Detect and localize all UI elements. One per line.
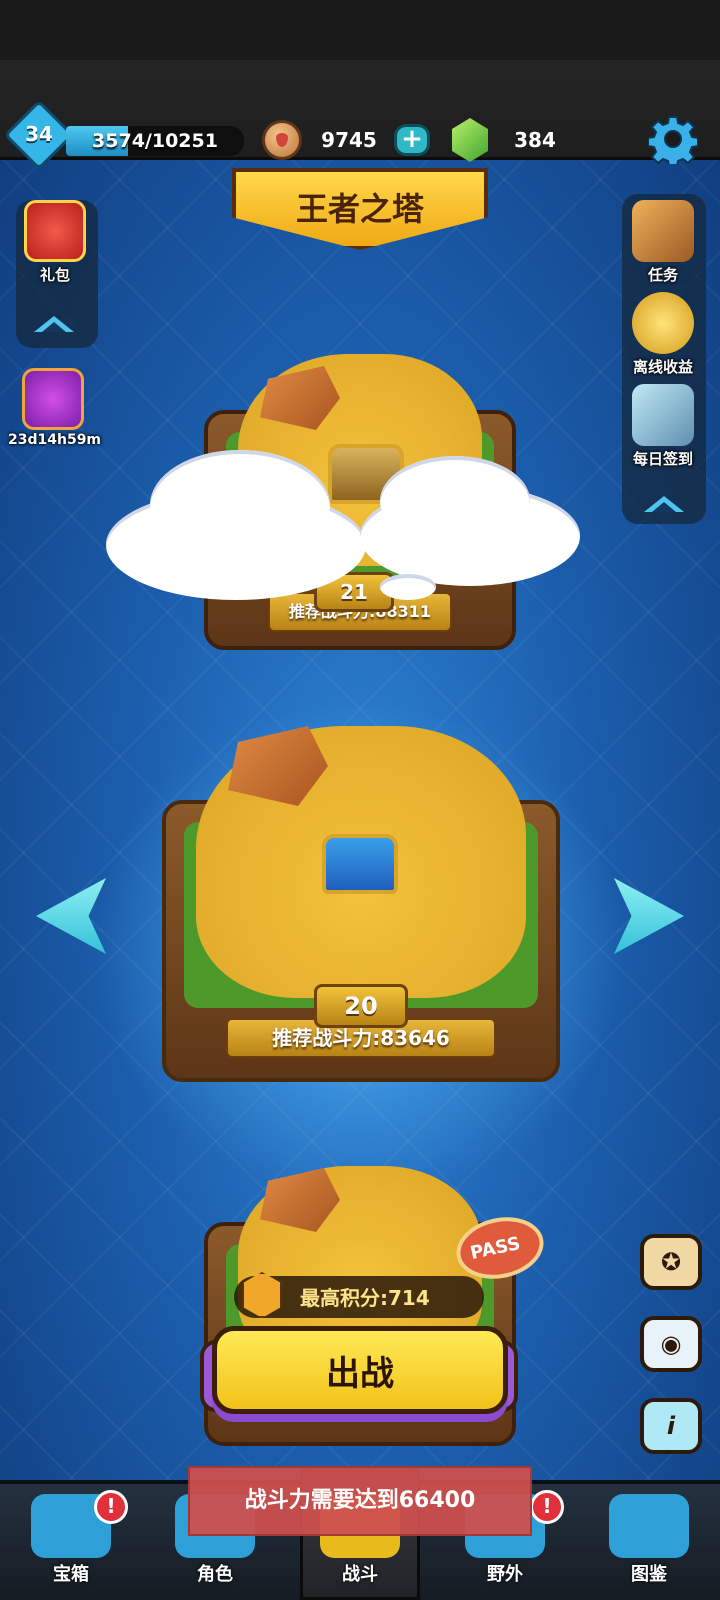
xp-text: 3574/10251 [92, 130, 218, 152]
gift-pack-label: 礼包 [39, 266, 70, 284]
medal-icon: ✪ [660, 1248, 682, 1276]
settings-button[interactable] [647, 114, 699, 168]
view-button[interactable]: ◉ [640, 1316, 702, 1372]
codex-book-icon [609, 1494, 689, 1558]
event-timer: 23d14h59m [8, 432, 102, 448]
gift-box-icon [24, 200, 86, 262]
cloud [150, 450, 330, 560]
gem-value: 384 [514, 128, 556, 152]
right-collapse-chevron-icon[interactable] [644, 496, 684, 512]
tower-floor-current[interactable]: 推荐战斗力:83646 [162, 726, 560, 1082]
quest-button[interactable]: 任务 [618, 200, 708, 285]
event-gift-icon [22, 368, 84, 430]
offline-earnings-label: 离线收益 [632, 358, 693, 376]
eye-icon: ◉ [660, 1330, 682, 1358]
daily-checkin-label: 每日签到 [632, 450, 693, 468]
tower-title: 王者之塔 [295, 190, 424, 228]
nav-chest-label: 宝箱 [53, 1564, 89, 1585]
coin-icon [262, 120, 302, 160]
quest-scroll-icon [632, 200, 694, 262]
nav-battle-label: 战斗 [342, 1564, 378, 1585]
coin-value: 9745 [321, 128, 377, 152]
nav-wild-alert-badge: ! [530, 1490, 564, 1524]
gear-icon [647, 116, 699, 168]
best-score: 最高积分:714 [300, 1286, 430, 1310]
nav-codex-label: 图鉴 [631, 1564, 667, 1585]
daily-checkin-icon [632, 384, 694, 446]
add-coins-button[interactable]: + [394, 124, 430, 156]
gift-pack-button[interactable]: 礼包 [10, 200, 100, 285]
nav-wild-label: 野外 [487, 1564, 523, 1585]
offline-coin-icon [632, 292, 694, 354]
quest-label: 任务 [647, 266, 678, 284]
daily-checkin-button[interactable]: 每日签到 [618, 384, 708, 469]
cloud [380, 456, 530, 546]
floor-treasure-chest-icon [322, 834, 398, 894]
left-collapse-chevron-icon[interactable] [34, 316, 74, 332]
player-level: 34 [25, 122, 53, 146]
status-bar [0, 0, 720, 60]
battle-button-label: 出战 [326, 1354, 394, 1394]
ranking-medal-button[interactable]: ✪ [640, 1234, 702, 1290]
offline-earnings-button[interactable]: 离线收益 [618, 292, 708, 377]
info-button[interactable]: i [640, 1398, 702, 1454]
info-icon: i [666, 1412, 676, 1440]
event-gift-button[interactable]: 23d14h59m [8, 368, 102, 448]
power-requirement-toast: 战斗力需要达到66400 [188, 1466, 532, 1536]
cloud [380, 574, 436, 600]
nav-character-label: 角色 [197, 1564, 233, 1585]
nav-chest-alert-badge: ! [94, 1490, 128, 1524]
nav-codex[interactable]: 图鉴 [594, 1494, 704, 1586]
current-floor-level: 20 [314, 984, 408, 1028]
